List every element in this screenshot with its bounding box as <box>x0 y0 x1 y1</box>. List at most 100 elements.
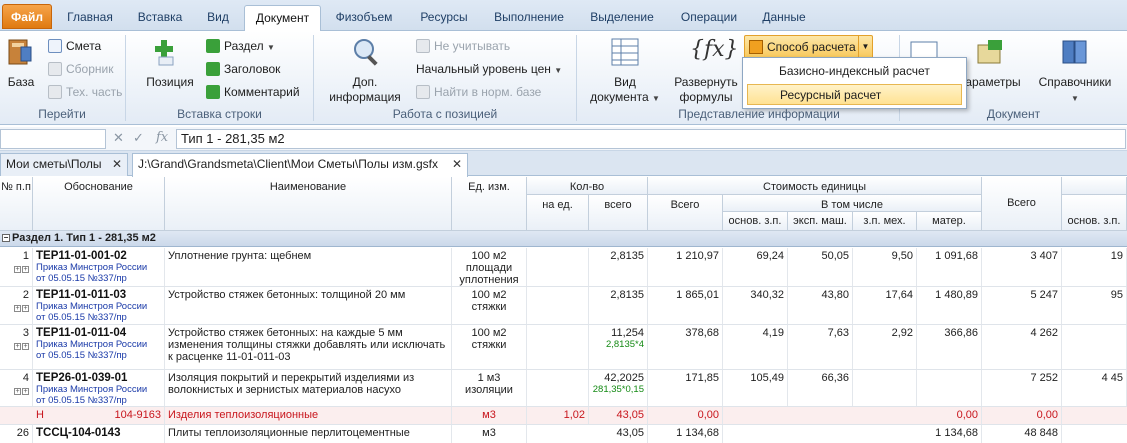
expand-icon[interactable]: + <box>22 305 29 312</box>
col-header-na-ed[interactable]: на ед. <box>527 195 589 231</box>
table-row[interactable]: 1 + + ТЕР11-01-001-02 Приказ Минстроя Росси… <box>0 248 1127 287</box>
vid-dokumenta-button[interactable]: Вид документа ▼ <box>588 75 662 106</box>
smeta-button[interactable]: Смета <box>46 36 101 56</box>
col-header-eksp-mash[interactable]: эксп. маш. <box>788 212 853 231</box>
obosnovanie-cell: ТЕР11-01-011-03 Приказ Минстроя России от … <box>33 287 165 324</box>
cancel-icon[interactable]: ✕ <box>113 130 124 146</box>
qty-cell: 2,8135 <box>589 248 648 286</box>
tab-data[interactable]: Данные <box>754 7 814 31</box>
col-header-mater[interactable]: матер. <box>917 212 982 231</box>
col-header-v-tom-chisle[interactable]: В том числе <box>723 195 982 212</box>
sbornik-button[interactable]: Сборник <box>46 59 113 79</box>
naimenovanie-cell: Устройство стяжек бетонных: толщиной 20 … <box>165 287 452 324</box>
qty-cell: 11,254 2,8135*4 <box>589 325 648 369</box>
estimate-grid: № п.п Обоснование Наименование Ед. изм. … <box>0 177 1127 443</box>
tab-document[interactable]: Документ <box>244 5 321 32</box>
tab-resources[interactable]: Ресурсы <box>408 7 480 31</box>
qty-cell: 2,8135 <box>589 287 648 324</box>
unit-cell: 100 м2 площади уплотнения <box>452 248 527 286</box>
expand-icon[interactable]: + <box>14 388 21 395</box>
tab-operations[interactable]: Операции <box>670 7 748 31</box>
ne-uchityvat-button[interactable]: Не учитывать <box>414 36 510 56</box>
mater-cell: 1 134,68 <box>917 425 982 443</box>
col-header-stoimost-vsego[interactable]: Всего <box>648 195 723 231</box>
tab-fizobem[interactable]: Физобъем <box>326 7 402 31</box>
col-header-no[interactable]: № п.п <box>0 177 33 231</box>
tab-file[interactable]: Файл <box>2 4 52 29</box>
nayti-v-baze-button[interactable]: Найти в норм. базе <box>414 82 541 102</box>
kommentariy-button[interactable]: Комментарий <box>204 82 300 102</box>
fx-formula-icon: {fx} <box>690 37 739 62</box>
col-header-obosnovanie[interactable]: Обоснование <box>33 177 165 231</box>
qty-cell: 43,05 <box>589 425 648 443</box>
chevron-down-icon[interactable]: ▼ <box>858 36 872 58</box>
mater-cell: 1 091,68 <box>917 248 982 286</box>
na-ed-cell <box>527 248 589 286</box>
dop-info-button[interactable]: Доп. информация <box>324 75 406 105</box>
section-row[interactable]: − Раздел 1. Тип 1 - 281,35 м2 <box>0 231 1127 247</box>
resource-name-cell: Изделия теплоизоляционные <box>165 407 452 424</box>
col-header-osn-zp-2[interactable]: основ. з.п. <box>1062 195 1127 231</box>
table-row[interactable]: 3 + + ТЕР11-01-011-04 Приказ Минстроя Росси… <box>0 325 1127 370</box>
tex-chast-button[interactable]: Тех. часть <box>46 82 122 102</box>
tab-home[interactable]: Главная <box>58 7 122 31</box>
tab-view[interactable]: Вид <box>196 7 240 31</box>
price-cell: 378,68 <box>648 325 723 369</box>
pozitsiya-button[interactable]: Позиция <box>144 75 196 90</box>
menu-item-bazisno-indeksnyj[interactable]: Базисно-индексный расчет <box>747 61 962 82</box>
col-header-zp-meh[interactable]: з.п. мех. <box>853 212 917 231</box>
expand-icon[interactable]: + <box>14 266 21 273</box>
osn-zp-2-cell: 19 <box>1062 248 1127 286</box>
expand-icon[interactable]: + <box>22 266 29 273</box>
table-row[interactable]: 2 + + ТЕР11-01-011-03 Приказ Минстроя Росси… <box>0 287 1127 325</box>
razdel-button[interactable]: Раздел ▼ <box>204 36 275 56</box>
table-row[interactable]: 26 ТССЦ-104-0143 Плиты теплоизоляционные… <box>0 425 1127 443</box>
collapse-icon[interactable]: − <box>2 234 10 242</box>
group-label-rabota-s-poziciej: Работа с позицией <box>392 107 498 121</box>
col-header-total[interactable]: Всего <box>982 177 1062 231</box>
nach-uroven-dropdown[interactable]: Начальный уровень цен ▼ <box>416 61 562 81</box>
sbornik-icon <box>48 62 62 76</box>
expand-icon[interactable]: + <box>14 305 21 312</box>
resource-row[interactable]: Н 104-9163 Изделия теплоизоляционные м3 1… <box>0 407 1127 425</box>
col-header-stoimost-edinicy[interactable]: Стоимость единицы <box>648 177 982 195</box>
expand-icon[interactable]: + <box>22 343 29 350</box>
baza-button[interactable]: База <box>4 75 38 90</box>
close-icon[interactable]: ✕ <box>452 154 462 175</box>
formula-input[interactable]: Тип 1 - 281,35 м2 <box>176 129 1126 149</box>
naimenovanie-cell: Изоляция покрытий и перекрытий изделиями… <box>165 370 452 406</box>
calculation-icon <box>749 40 763 54</box>
col-header-naimenovanie[interactable]: Наименование <box>165 177 452 231</box>
magnifier-icon <box>352 37 382 67</box>
spravochniki-button[interactable]: Справочники ▼ <box>1034 75 1116 106</box>
col-header-kolvo[interactable]: Кол-во <box>527 177 648 195</box>
expand-icon[interactable]: + <box>14 343 21 350</box>
chevron-down-icon: ▼ <box>1071 94 1079 103</box>
name-box[interactable] <box>0 129 106 149</box>
close-icon[interactable]: ✕ <box>112 154 122 175</box>
tab-selection[interactable]: Выделение <box>580 7 664 31</box>
col-header-vsego-kolvo[interactable]: всего <box>589 195 648 231</box>
menu-item-resursnyj[interactable]: Ресурсный расчет <box>747 84 962 105</box>
na-ed-cell <box>527 287 589 324</box>
database-icon <box>7 37 33 67</box>
expand-icon[interactable]: + <box>22 388 29 395</box>
col-header-ed-izm[interactable]: Ед. изм. <box>452 177 527 231</box>
razvernut-formuly-button[interactable]: Развернуть формулы <box>670 75 742 105</box>
col-header-osn-zp[interactable]: основ. з.п. <box>723 212 788 231</box>
zagolovok-button[interactable]: Заголовок <box>204 59 280 79</box>
parameters-icon <box>976 37 1006 67</box>
kommentariy-icon <box>206 85 220 99</box>
unit-cell: 100 м2 стяжки <box>452 325 527 369</box>
doc-tab-poly-izm[interactable]: J:\Grand\Grandsmeta\Client\Мои Сметы\Пол… <box>132 153 468 177</box>
group-label-perejti: Перейти <box>38 107 86 121</box>
check-icon[interactable]: ✓ <box>133 130 144 146</box>
table-row[interactable]: 4 + + ТЕР26-01-039-01 Приказ Минстроя Росси… <box>0 370 1127 407</box>
sposob-rascheta-button[interactable]: Способ расчета ▼ <box>744 35 873 59</box>
osn-zp-cell: 69,24 <box>723 248 788 286</box>
tab-execution[interactable]: Выполнение <box>486 7 572 31</box>
tab-insert[interactable]: Вставка <box>128 7 192 31</box>
doc-tab-moi-smety[interactable]: Мои сметы\Полы ✕ <box>0 153 128 176</box>
eksp-cell: 50,05 <box>788 248 853 286</box>
parametry-button[interactable]: араметры <box>962 75 1024 90</box>
